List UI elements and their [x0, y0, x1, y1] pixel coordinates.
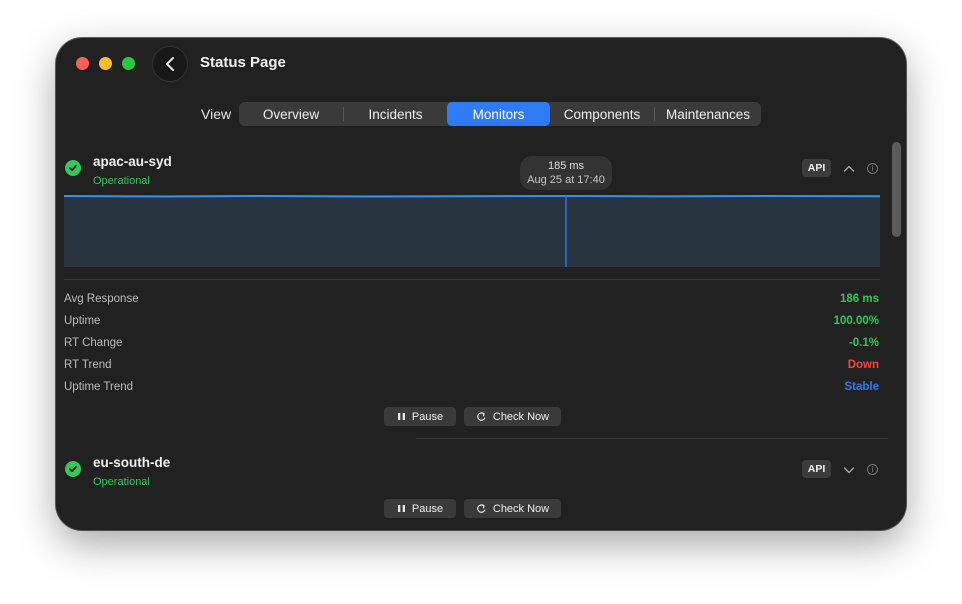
chart-tooltip: 185 ms Aug 25 at 17:40 — [520, 156, 612, 190]
check-now-button-label: Check Now — [492, 410, 550, 423]
close-window-button[interactable] — [76, 57, 89, 70]
stat-label-uptime: Uptime — [64, 315, 101, 327]
pause-button[interactable]: Pause — [384, 407, 456, 426]
monitor-name[interactable]: eu-south-de — [93, 455, 170, 470]
pause-icon — [397, 505, 405, 512]
pause-button[interactable]: Pause — [384, 499, 456, 518]
check-now-button[interactable]: Check Now — [464, 499, 561, 518]
refresh-icon — [477, 412, 486, 421]
chevron-up-icon[interactable] — [842, 162, 856, 176]
zoom-window-button[interactable] — [122, 57, 135, 70]
stat-value-avg-response: 186 ms — [839, 293, 879, 305]
monitor-status: Operational — [93, 175, 150, 187]
monitor-name[interactable]: apac-au-syd — [93, 154, 172, 169]
chart-area — [64, 195, 880, 267]
stat-label-uptime-trend: Uptime Trend — [64, 381, 134, 393]
stat-value-uptime: 100.00% — [833, 315, 879, 327]
back-button[interactable] — [152, 46, 188, 82]
back-chevron-icon — [166, 57, 174, 71]
stat-label-rt-change: RT Change — [64, 337, 123, 349]
section-divider — [64, 279, 880, 280]
api-badge: API — [802, 159, 831, 177]
scrollbar-thumb[interactable] — [892, 142, 901, 237]
info-icon[interactable]: i — [867, 464, 878, 475]
check-now-button-label: Check Now — [492, 502, 550, 515]
response-time-line — [64, 195, 880, 198]
tab-monitors[interactable]: Monitors — [447, 102, 550, 126]
minimize-window-button[interactable] — [99, 57, 112, 70]
info-icon[interactable]: i — [867, 163, 878, 174]
app-window: Status Page View Overview Incidents Moni… — [56, 38, 906, 530]
chevron-down-icon[interactable] — [842, 463, 856, 477]
tab-components[interactable]: Components — [550, 102, 654, 126]
check-now-button[interactable]: Check Now — [464, 407, 561, 426]
monitor-status: Operational — [93, 476, 150, 488]
check-circle-icon — [65, 160, 81, 176]
api-badge: API — [802, 460, 831, 478]
refresh-icon — [477, 504, 486, 513]
stat-value-rt-change: -0.1% — [848, 337, 879, 349]
check-circle-icon — [65, 461, 81, 477]
tooltip-value: 185 ms — [547, 160, 585, 172]
window-title: Status Page — [200, 54, 286, 71]
stat-label-avg-response: Avg Response — [64, 293, 139, 305]
view-segmented-control: Overview Incidents Monitors Components M… — [239, 102, 761, 126]
response-time-chart[interactable] — [64, 195, 880, 267]
tooltip-time: Aug 25 at 17:40 — [527, 174, 605, 186]
stat-value-uptime-trend: Stable — [844, 381, 879, 393]
tab-incidents[interactable]: Incidents — [344, 102, 447, 126]
pause-button-label: Pause — [411, 502, 444, 515]
view-label: View — [201, 106, 232, 122]
tab-maintenances[interactable]: Maintenances — [655, 102, 761, 126]
stat-label-rt-trend: RT Trend — [64, 359, 112, 371]
tab-overview[interactable]: Overview — [239, 102, 343, 126]
pause-icon — [397, 413, 405, 420]
stat-value-rt-trend: Down — [847, 359, 879, 371]
monitor-divider — [416, 438, 888, 439]
pause-button-label: Pause — [411, 410, 444, 423]
